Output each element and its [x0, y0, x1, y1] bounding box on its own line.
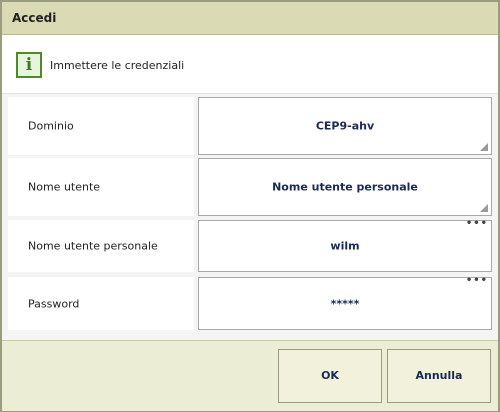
domain-label-text: Dominio — [28, 119, 74, 133]
domain-label: Dominio — [8, 97, 194, 155]
username-type-dropdown[interactable]: Nome utente personale — [198, 158, 492, 216]
info-message: Immettere le credenziali — [50, 59, 185, 72]
password-label: Password — [8, 277, 194, 330]
cancel-button[interactable]: Annulla — [387, 349, 491, 403]
info-icon: i — [16, 52, 42, 78]
login-dialog: Accedi i Immettere le credenziali Domini… — [0, 0, 500, 412]
domain-dropdown[interactable]: CEP9-ahv — [198, 97, 492, 155]
personal-username-label: Nome utente personale — [8, 220, 194, 272]
dropdown-corner-icon — [480, 143, 488, 151]
personal-username-value: wilm — [330, 239, 360, 253]
password-row: Password ***** ••• — [8, 275, 492, 330]
title-bar: Accedi — [2, 2, 498, 35]
password-value: ***** — [330, 297, 360, 310]
personal-username-label-text: Nome utente personale — [28, 239, 158, 253]
ok-button[interactable]: OK — [278, 349, 382, 403]
personal-username-row: Nome utente personale wilm ••• — [8, 218, 492, 272]
domain-row: Dominio CEP9-ahv — [8, 97, 492, 155]
ellipsis-icon[interactable]: ••• — [466, 218, 488, 229]
personal-username-field[interactable]: wilm ••• — [198, 218, 492, 272]
username-type-row: Nome utente Nome utente personale — [8, 158, 492, 216]
dialog-footer: OK Annulla — [2, 340, 498, 411]
username-type-value: Nome utente personale — [272, 180, 418, 194]
domain-value: CEP9-ahv — [315, 119, 375, 133]
dialog-title: Accedi — [12, 11, 57, 25]
info-message-area: i Immettere le credenziali — [2, 35, 498, 94]
username-type-label-text: Nome utente — [28, 180, 101, 194]
password-label-text: Password — [28, 297, 80, 310]
dropdown-corner-icon — [480, 204, 488, 212]
password-field[interactable]: ***** ••• — [198, 275, 492, 330]
ellipsis-icon[interactable]: ••• — [466, 275, 488, 286]
username-type-label: Nome utente — [8, 158, 194, 216]
